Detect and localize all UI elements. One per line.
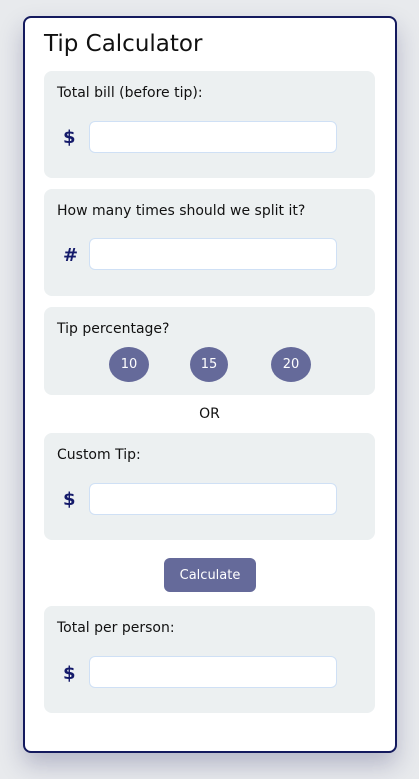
bill-input[interactable] (89, 121, 337, 153)
custom-tip-input[interactable] (89, 483, 337, 515)
dollar-icon: $ (63, 663, 76, 684)
result-output[interactable] (89, 656, 337, 688)
result-label: Total per person: (57, 620, 175, 636)
custom-tip-section: Custom Tip: $ (44, 433, 375, 540)
tip-10-button[interactable]: 10 (109, 347, 149, 382)
split-section: How many times should we split it? # (44, 189, 375, 296)
bill-section: Total bill (before tip): $ (44, 71, 375, 178)
tip-percentage-label: Tip percentage? (57, 321, 170, 337)
tip-15-button[interactable]: 15 (190, 347, 228, 382)
dollar-icon: $ (63, 489, 76, 510)
bill-label: Total bill (before tip): (57, 85, 203, 101)
tip-percentage-section: Tip percentage? 10 15 20 (44, 307, 375, 395)
tip-20-button[interactable]: 20 (271, 347, 311, 382)
split-input[interactable] (89, 238, 337, 270)
page-title: Tip Calculator (44, 31, 203, 57)
dollar-icon: $ (63, 127, 76, 148)
calculate-button[interactable]: Calculate (164, 558, 256, 592)
or-divider: OR (199, 406, 220, 422)
split-label: How many times should we split it? (57, 203, 306, 219)
result-section: Total per person: $ (44, 606, 375, 713)
hash-icon: # (63, 245, 79, 266)
custom-tip-label: Custom Tip: (57, 447, 141, 463)
